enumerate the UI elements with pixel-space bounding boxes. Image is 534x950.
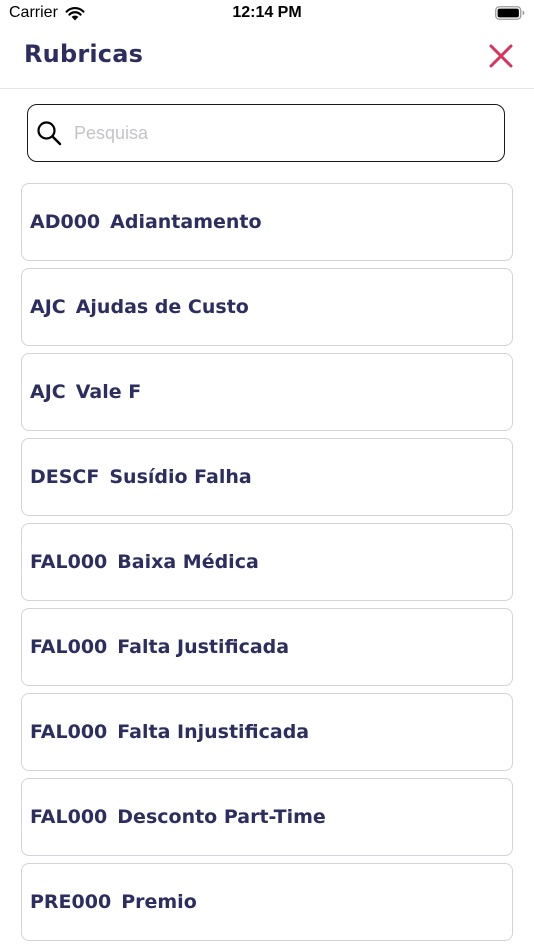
list-item[interactable]: AJC Ajudas de Custo — [21, 268, 513, 346]
nav-bar: Rubricas — [0, 28, 534, 89]
item-code: AD000 — [30, 211, 101, 233]
list-item[interactable]: AD000 Adiantamento — [21, 183, 513, 261]
status-time: 12:14 PM — [232, 4, 302, 21]
item-code: DESCF — [30, 466, 100, 488]
item-code: PRE000 — [30, 891, 112, 913]
close-icon[interactable] — [488, 43, 514, 69]
search-icon — [37, 121, 62, 146]
item-name: Ajudas de Custo — [75, 296, 249, 318]
item-name: Vale F — [75, 381, 142, 403]
page-title: Rubricas — [24, 40, 144, 68]
list-item[interactable]: FAL000 Falta Justificada — [21, 608, 513, 686]
list-item[interactable]: AJC Vale F — [21, 353, 513, 431]
item-name: Adiantamento — [110, 211, 262, 233]
status-bar: Carrier 12:14 PM — [0, 0, 534, 28]
item-code: AJC — [30, 296, 66, 318]
list-item[interactable]: FAL000 Baixa Médica — [21, 523, 513, 601]
item-name: Falta Justificada — [117, 636, 290, 658]
list-item[interactable]: PRE000 Premio — [21, 863, 513, 941]
item-code: FAL000 — [30, 721, 108, 743]
search-box[interactable] — [27, 104, 505, 162]
item-code: FAL000 — [30, 636, 108, 658]
item-name: Falta Injustificada — [117, 721, 310, 743]
item-name: Premio — [121, 891, 197, 913]
search-input[interactable] — [74, 122, 474, 144]
item-name: Baixa Médica — [117, 551, 259, 573]
rubricas-list: AD000 Adiantamento AJC Ajudas de Custo A… — [21, 183, 513, 948]
battery-icon — [495, 6, 525, 20]
item-name: Desconto Part-Time — [117, 806, 326, 828]
item-name: Susídio Falha — [109, 466, 252, 488]
list-item[interactable]: FAL000 Desconto Part-Time — [21, 778, 513, 856]
item-code: FAL000 — [30, 806, 108, 828]
list-item[interactable]: DESCF Susídio Falha — [21, 438, 513, 516]
item-code: AJC — [30, 381, 66, 403]
list-item[interactable]: FAL000 Falta Injustificada — [21, 693, 513, 771]
item-code: FAL000 — [30, 551, 108, 573]
